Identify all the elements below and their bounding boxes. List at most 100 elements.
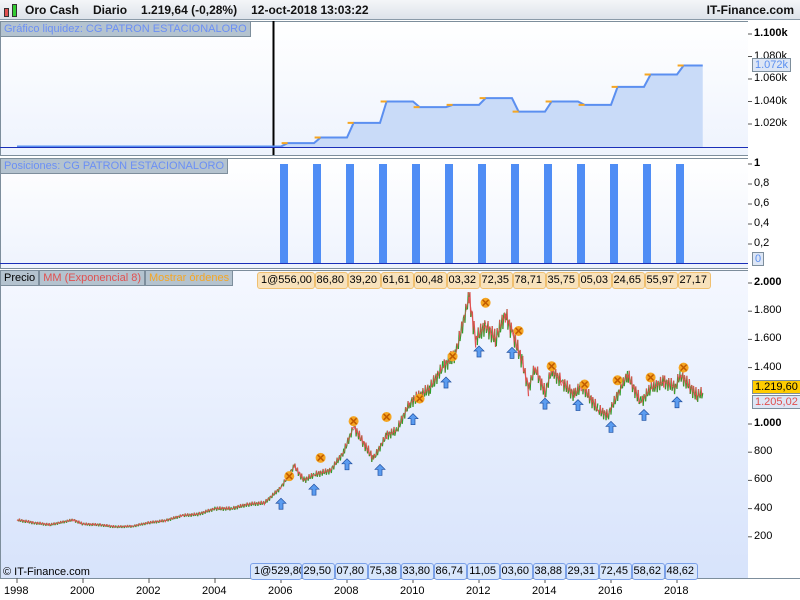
buy-trade-label[interactable]: 11,05 [467,563,500,580]
price-candle [444,360,447,373]
sell-trade-label[interactable]: 1@556,00 [257,272,315,289]
price-tick: 400 [754,501,773,514]
sell-trade-label[interactable]: 61,61 [381,272,414,289]
price-tick: 1.000 [754,417,782,429]
x-axis-label: 2006 [268,585,293,597]
position-bar [346,164,354,263]
price-candle [683,375,686,380]
ema-label[interactable]: MM (Exponencial 8) [39,270,146,286]
price-candle [569,388,572,399]
buy-trade-label[interactable]: 29,50 [302,563,335,580]
price-candle [570,388,573,391]
sell-trade-label[interactable]: 72,35 [480,272,513,289]
price-candle [556,372,559,376]
buy-trade-label[interactable]: 133,80 [401,563,434,580]
price-candle [673,383,676,395]
price-candle [485,328,488,334]
price-candle [600,412,603,417]
sell-trade-label[interactable]: 100,48 [414,272,447,289]
price-candle [628,370,631,384]
panel-2 [0,270,749,579]
price-candle [603,410,606,413]
price-label[interactable]: Precio [0,270,40,286]
x-axis-label: 2016 [598,585,623,597]
equity-tick: 1.020k [754,117,788,129]
price-candle [387,431,390,440]
buy-trade-label[interactable]: 29,31 [566,563,599,580]
positions-tick: 0,6 [754,197,770,209]
position-bar [610,164,618,263]
sell-trade-label[interactable]: 05,03 [579,272,612,289]
price-candle [489,326,492,330]
positions-panel-label[interactable]: Posiciones: CG PATRON ESTACIONALORO [0,158,229,174]
equity-panel-label[interactable]: Gráfico liquidez: CG PATRON ESTACIONALOR… [0,21,251,37]
price-candle [659,376,662,386]
price-candle [656,380,659,393]
price-candle [567,390,570,394]
x-axis-label: 2000 [70,585,95,597]
buy-trade-label[interactable]: 38,88 [533,563,566,580]
price-candle [657,380,660,383]
position-bar [313,164,321,263]
price-candle [594,398,597,412]
price-candle [368,454,371,457]
buy-trade-label[interactable]: 03,60 [500,563,533,580]
buy-trade-label[interactable]: 1@529,80 [250,563,302,580]
positions-current-value: 0 [752,252,765,266]
sell-trade-label[interactable]: 39,20 [348,272,381,289]
price-tick: 1.800 [754,304,782,317]
price-candle [595,410,598,412]
price-candle [559,372,562,384]
buy-trade-label[interactable]: 48,62 [665,563,698,580]
price-candle [441,361,444,372]
price-tick: 800 [754,445,773,458]
position-bar [478,164,486,263]
copyright: © IT-Finance.com [3,566,90,578]
position-bar [676,164,684,263]
price-candle [320,470,322,473]
buy-trade-label[interactable]: 58,62 [632,563,665,580]
positions-tick: 0,2 [754,237,770,249]
equity-tick: 1.060k [754,72,788,84]
equity-tick: 1.040k [754,94,788,107]
price-candle [638,402,641,405]
sell-trade-label[interactable]: 78,71 [513,272,546,289]
buy-trade-label[interactable]: 75,38 [368,563,401,580]
sell-trade-label[interactable]: 86,80 [315,272,348,289]
price-candle [664,380,667,390]
price-candle [602,410,605,420]
buy-trade-label[interactable]: 72,45 [599,563,632,580]
x-axis-label: 1998 [4,585,29,597]
price-candle [252,504,255,506]
equity-tick: 1.100k [754,27,788,39]
price-panel-labels: Precio MM (Exponencial 8) Mostrar órdene… [0,270,234,286]
sell-trade-label[interactable]: 55,97 [645,272,678,289]
orders-label[interactable]: Mostrar órdenes [145,270,234,286]
chart-canvas[interactable] [0,0,800,600]
ema-value-tag: 1.205,02 [752,395,800,409]
x-axis-label: 2010 [400,585,425,597]
price-candle [425,391,428,396]
sell-trade-label[interactable]: 35,75 [546,272,579,289]
price-candle [413,395,416,400]
sell-trade-label[interactable]: 03,32 [447,272,480,289]
position-bar [412,164,420,263]
price-tick: 1.400 [754,360,782,373]
price-tick: 200 [754,529,773,542]
price-candle [686,375,689,388]
sell-trade-label[interactable]: 27,17 [678,272,711,289]
buy-trade-label[interactable]: 86,74 [434,563,467,580]
price-candle [440,371,443,374]
buy-trade-labels: 1@529,8029,5007,8075,38133,8086,7411,050… [250,563,698,580]
sell-trade-label[interactable]: 24,65 [612,272,645,289]
position-bar [577,164,585,263]
position-bar [445,164,453,263]
price-candle [488,326,491,340]
last-price-tag: 1.219,60 [752,380,800,394]
x-axis-label: 2012 [466,585,491,597]
price-candle [230,506,232,509]
buy-trade-label[interactable]: 07,80 [335,563,368,580]
price-candle [560,383,563,386]
price-candle [309,477,312,480]
price-candle [575,393,578,397]
